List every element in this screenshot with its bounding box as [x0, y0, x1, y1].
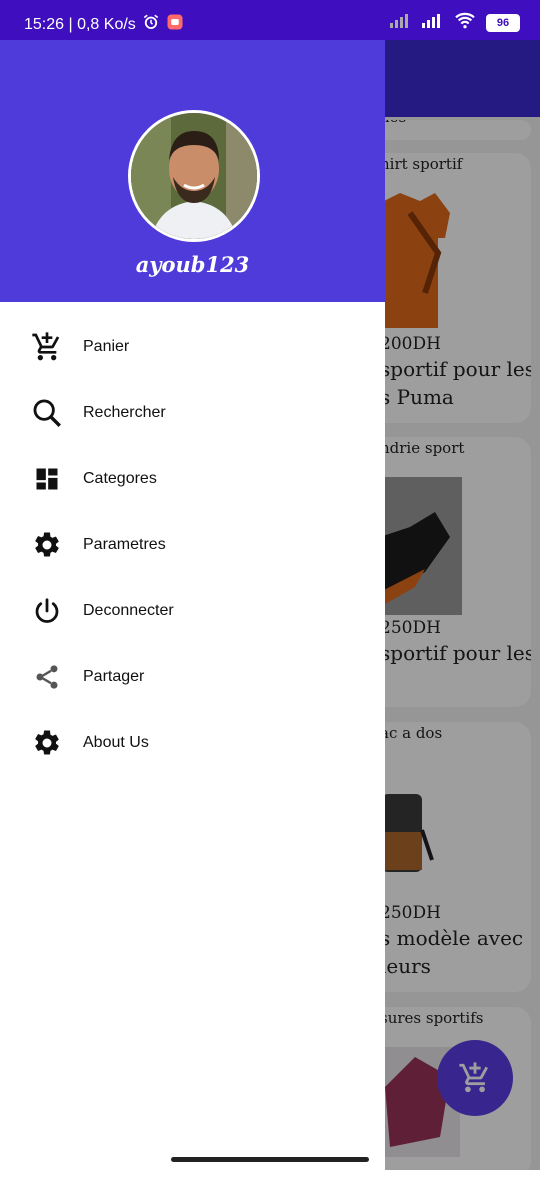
home-indicator[interactable]	[171, 1157, 369, 1162]
username: ayoub123	[135, 252, 250, 277]
share-icon	[30, 660, 64, 694]
menu-item-label: About Us	[83, 734, 149, 751]
menu-item-label: Partager	[83, 668, 145, 685]
drawer-header: ayoub123	[0, 40, 385, 302]
status-bar: 15:26 | 0,8 Ko/s 96	[0, 0, 540, 40]
alarm-icon	[142, 13, 160, 36]
navigation-drawer: ayoub123 Panier Rechercher Categores Par…	[0, 40, 385, 1170]
gear-icon	[30, 528, 64, 562]
menu-item-parametres[interactable]: Parametres	[0, 512, 385, 578]
menu-item-categories[interactable]: Categores	[0, 446, 385, 512]
signal-icon	[390, 12, 412, 33]
drawer-menu: Panier Rechercher Categores Parametres D…	[0, 314, 385, 776]
search-icon	[30, 396, 64, 430]
power-icon	[30, 594, 64, 628]
menu-item-label: Deconnecter	[83, 602, 174, 619]
menu-item-label: Categores	[83, 470, 157, 487]
menu-item-about-us[interactable]: About Us	[0, 710, 385, 776]
menu-item-label: Parametres	[83, 536, 166, 553]
wifi-icon	[454, 11, 476, 34]
menu-item-rechercher[interactable]: Rechercher	[0, 380, 385, 446]
app-notification-icon	[166, 13, 184, 36]
signal-icon	[422, 12, 444, 33]
menu-item-label: Rechercher	[83, 404, 166, 421]
add-to-cart-icon	[30, 330, 64, 364]
avatar[interactable]	[128, 110, 260, 242]
menu-item-label: Panier	[83, 338, 130, 355]
menu-item-deconnecter[interactable]: Deconnecter	[0, 578, 385, 644]
status-time-speed: 15:26 | 0,8 Ko/s	[24, 15, 136, 33]
gear-icon	[30, 726, 64, 760]
battery-icon: 96	[486, 13, 520, 32]
menu-item-panier[interactable]: Panier	[0, 314, 385, 380]
menu-item-partager[interactable]: Partager	[0, 644, 385, 710]
dashboard-icon	[30, 462, 64, 496]
